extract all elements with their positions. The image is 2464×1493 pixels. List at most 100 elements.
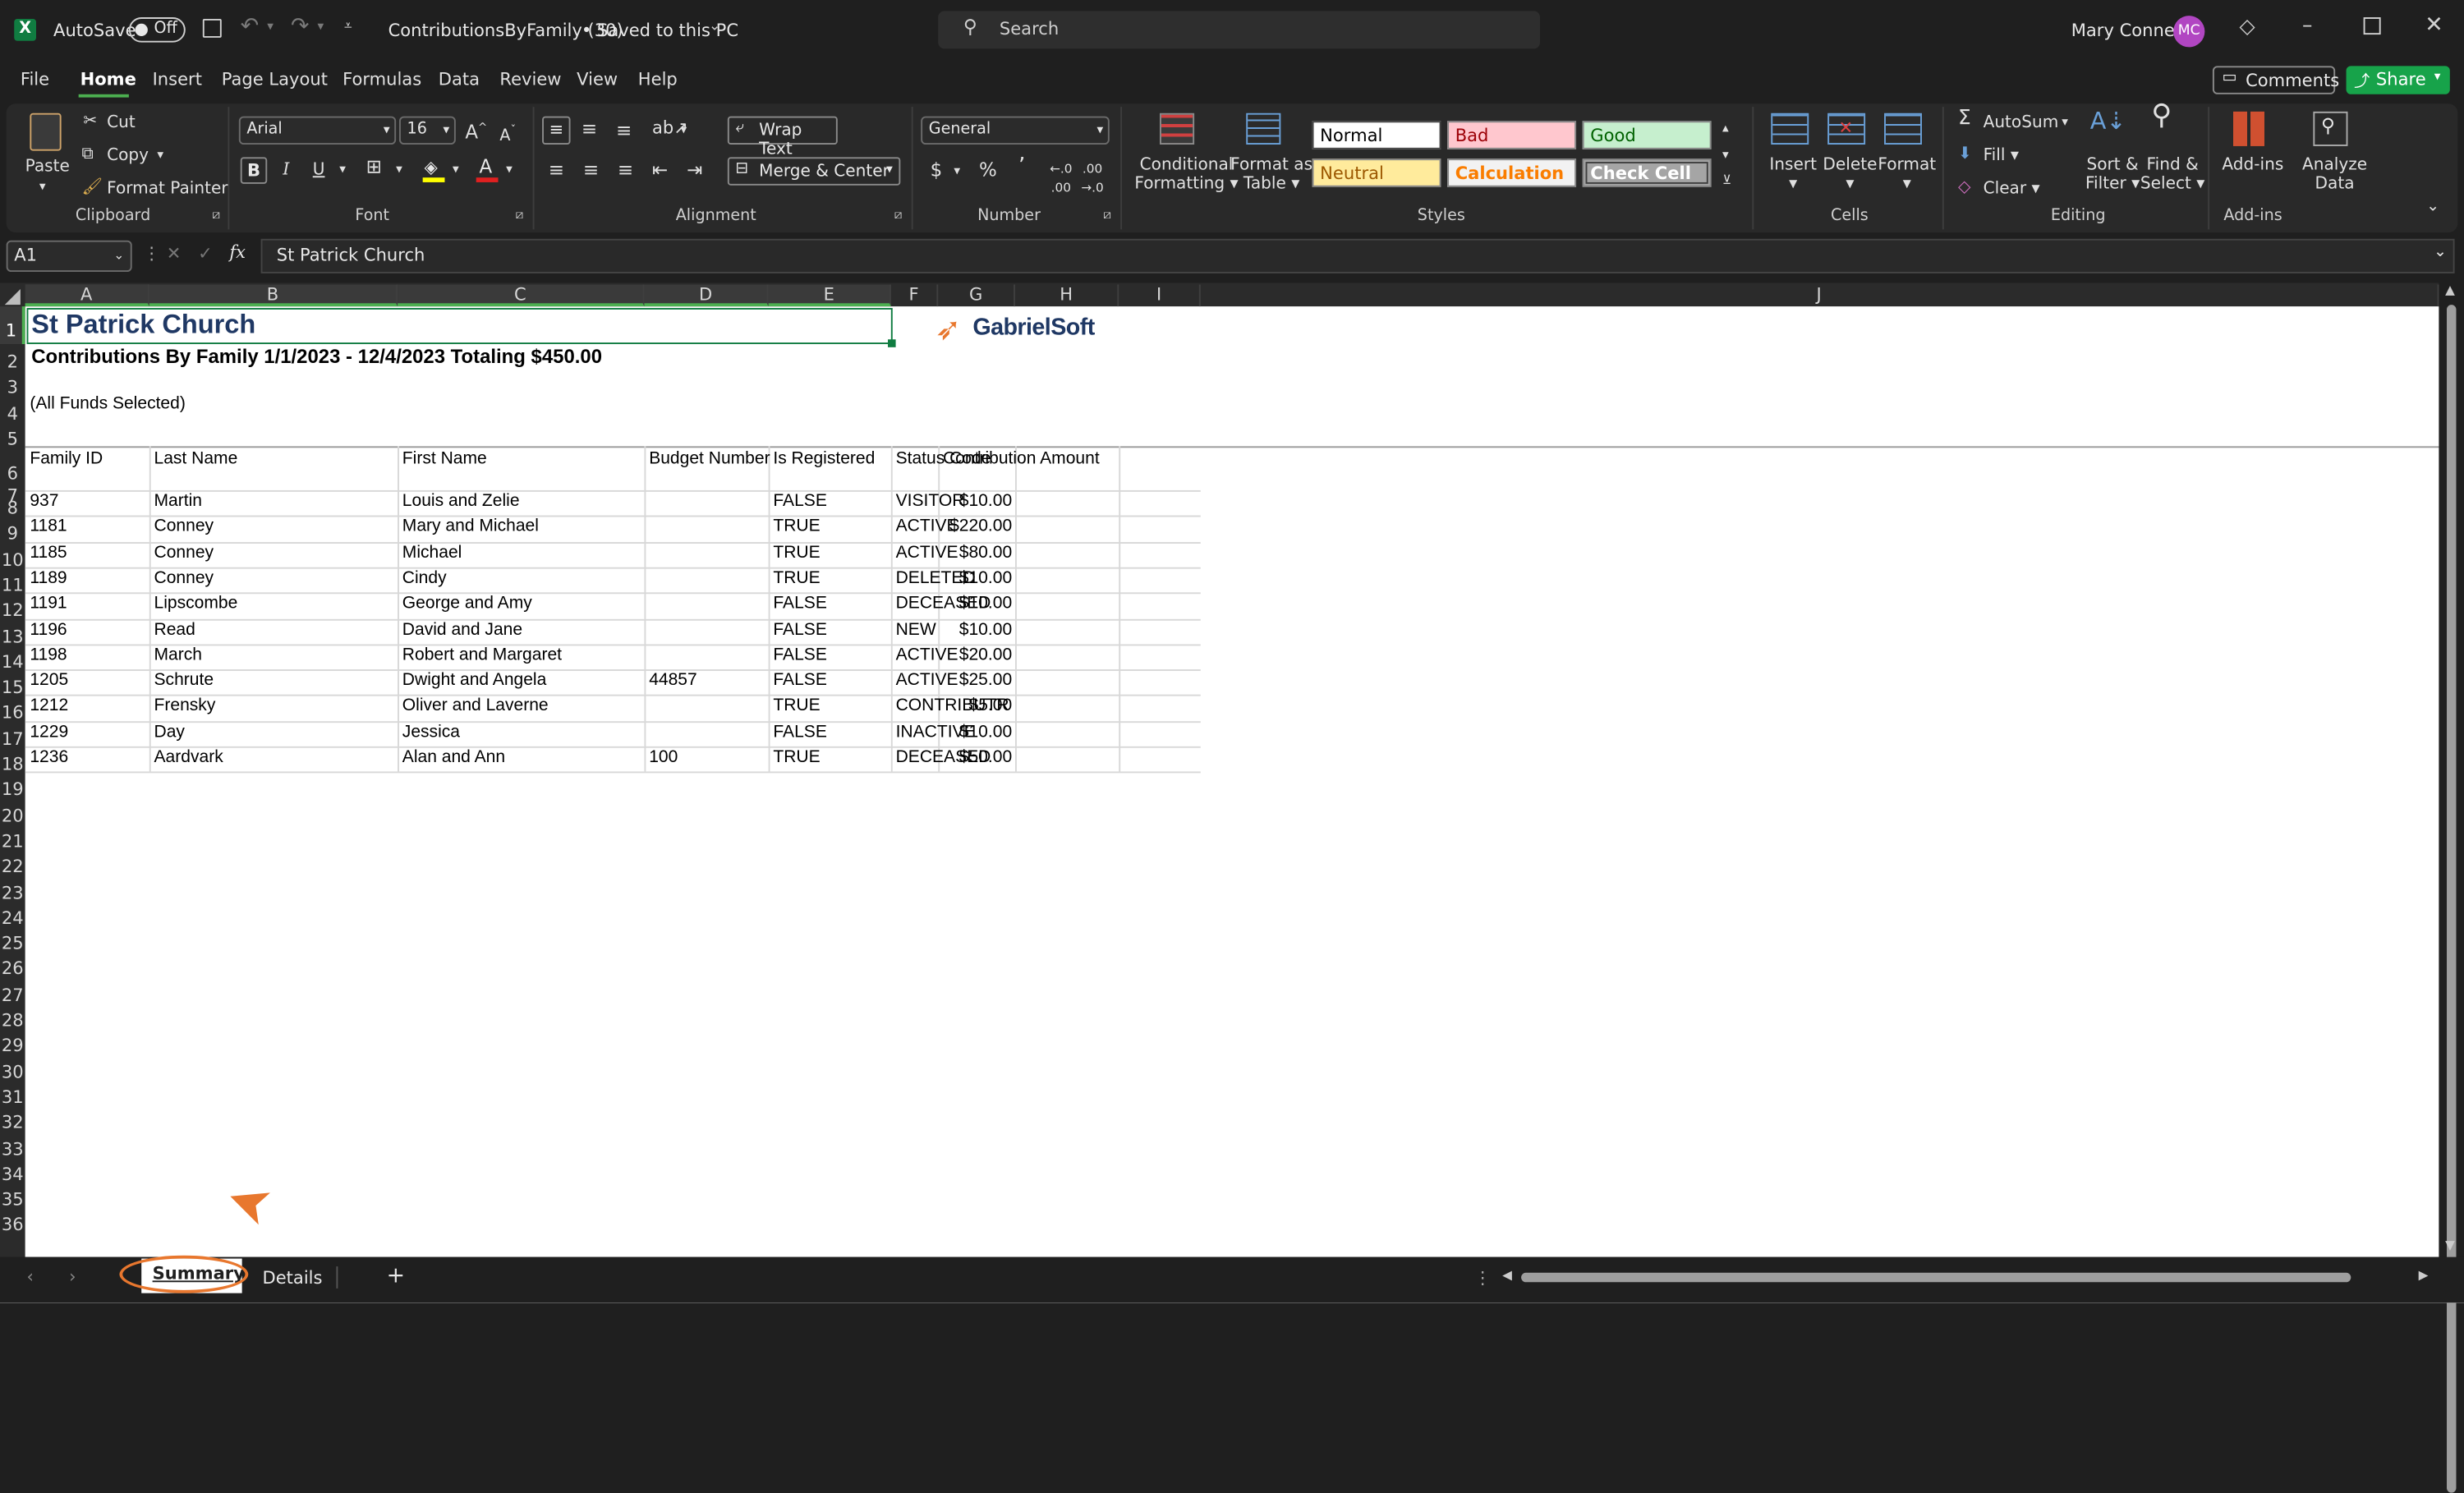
tab-file[interactable]: File	[21, 69, 49, 90]
table-cell[interactable]: FALSE	[770, 492, 827, 511]
row-header-19[interactable]: 19	[0, 772, 25, 801]
font-launcher-icon[interactable]: ⧄	[516, 208, 524, 223]
merge-center-button[interactable]: ⊟ Merge & Center ▾	[727, 157, 901, 186]
row-header-33[interactable]: 33	[0, 1131, 25, 1159]
table-cell[interactable]: 1229	[27, 723, 68, 742]
table-cell[interactable]: Aardvark	[151, 748, 223, 767]
share-button[interactable]: ⤴ Share ▾	[2346, 66, 2450, 94]
table-header-cell[interactable]: Budget Number	[646, 449, 770, 468]
tab-view[interactable]: View	[577, 69, 618, 90]
tab-page-layout[interactable]: Page Layout	[222, 69, 328, 90]
format-painter-button[interactable]: Format Painter	[107, 179, 228, 198]
table-cell[interactable]: $25.00	[940, 671, 1015, 690]
close-icon[interactable]: ✕	[2425, 12, 2443, 38]
comma-button[interactable]: ’	[1018, 155, 1026, 177]
format-cells-button[interactable]: Format ▾	[1878, 155, 1936, 193]
table-header-cell[interactable]: First Name	[399, 449, 487, 468]
table-cell[interactable]: $220.00	[940, 517, 1015, 536]
table-header-cell[interactable]: Is Registered	[770, 449, 875, 468]
row-header-18[interactable]: 18	[0, 746, 25, 774]
style-bad[interactable]: Bad	[1447, 121, 1577, 149]
table-cell[interactable]: $10.00	[940, 568, 1015, 587]
find-select-icon[interactable]: ⚲	[2151, 101, 2172, 129]
row-header-34[interactable]: 34	[0, 1156, 25, 1184]
confirm-entry-icon[interactable]: ✓	[198, 244, 213, 264]
row-header-9[interactable]: 9	[0, 516, 25, 544]
delete-cells-button[interactable]: Delete ▾	[1823, 155, 1877, 193]
format-as-table-icon[interactable]	[1246, 113, 1281, 145]
table-cell[interactable]: TRUE	[770, 568, 820, 587]
prev-sheet-icon[interactable]: ‹	[27, 1266, 34, 1287]
name-box[interactable]: A1 ⌄	[6, 240, 132, 273]
expand-formula-icon[interactable]: ⌄	[2434, 244, 2447, 261]
align-top-button[interactable]: ≡	[542, 116, 571, 145]
style-calculation[interactable]: Calculation	[1447, 158, 1577, 187]
align-center-icon[interactable]: ≡	[583, 160, 599, 179]
redo-dropdown-icon[interactable]: ▾	[317, 19, 324, 33]
autosum-icon[interactable]: Σ	[1958, 108, 1971, 129]
row-header-22[interactable]: 22	[0, 849, 25, 877]
table-cell[interactable]: Read	[151, 620, 195, 639]
tab-home[interactable]: Home	[80, 69, 136, 90]
formula-input[interactable]: St Patrick Church ⌄	[260, 238, 2455, 273]
row-header-14[interactable]: 14	[0, 644, 25, 673]
table-cell[interactable]: $50.00	[940, 748, 1015, 767]
decrease-font-icon[interactable]: Aˇ	[499, 121, 516, 146]
table-cell[interactable]: 1236	[27, 748, 68, 767]
clear-icon[interactable]: ◇	[1958, 177, 1970, 196]
bold-button[interactable]: B	[240, 157, 268, 184]
row-header-30[interactable]: 30	[0, 1054, 25, 1082]
row-header-11[interactable]: 11	[0, 567, 25, 595]
addins-icon[interactable]	[2232, 111, 2265, 146]
style-normal[interactable]: Normal	[1312, 121, 1441, 149]
table-cell[interactable]: 44857	[646, 671, 697, 690]
table-cell[interactable]: FALSE	[770, 595, 827, 613]
table-cell[interactable]: TRUE	[770, 517, 820, 536]
font-color-dropdown-icon[interactable]: ▾	[506, 160, 513, 179]
table-cell[interactable]: Oliver and Laverne	[399, 696, 549, 715]
table-cell[interactable]: FALSE	[770, 723, 827, 742]
add-sheet-button[interactable]: +	[387, 1263, 405, 1289]
row-header-10[interactable]: 10	[0, 541, 25, 570]
align-bottom-icon[interactable]: ≡	[616, 121, 632, 140]
column-header-j[interactable]: J	[1201, 284, 2439, 307]
row-header-13[interactable]: 13	[0, 618, 25, 646]
table-cell[interactable]: 1196	[27, 620, 67, 639]
table-cell[interactable]: Louis and Zelie	[399, 492, 520, 511]
autosum-button[interactable]: AutoSum	[1984, 113, 2059, 132]
tab-help[interactable]: Help	[638, 69, 678, 90]
tab-details[interactable]: Details	[263, 1268, 323, 1289]
analyze-data-button[interactable]: Analyze Data	[2302, 155, 2367, 193]
table-cell[interactable]: 1198	[27, 645, 67, 664]
alignment-launcher-icon[interactable]: ⧄	[894, 208, 903, 223]
table-cell[interactable]: Day	[151, 723, 185, 742]
paste-dropdown-icon[interactable]: ▾	[39, 177, 46, 196]
table-cell[interactable]: NEW	[893, 620, 936, 639]
decrease-decimal-icon[interactable]: .00 →.0	[1081, 160, 1103, 198]
table-cell[interactable]: FALSE	[770, 671, 827, 690]
analyze-data-icon[interactable]: ⚲	[2313, 111, 2348, 146]
copy-dropdown-icon[interactable]: ▾	[157, 146, 163, 165]
row-header-28[interactable]: 28	[0, 1003, 25, 1031]
table-cell[interactable]: Frensky	[151, 696, 216, 715]
column-header-i[interactable]: I	[1119, 284, 1201, 307]
table-cell[interactable]: TRUE	[770, 696, 820, 715]
select-all-icon[interactable]	[4, 289, 21, 305]
style-check-cell[interactable]: Check Cell	[1582, 158, 1712, 187]
restore-icon[interactable]	[2363, 17, 2381, 35]
cut-button[interactable]: Cut	[107, 113, 136, 132]
font-size-dropdown[interactable]: 16 ▾	[398, 116, 456, 145]
row-header-26[interactable]: 26	[0, 951, 25, 980]
row-header-8[interactable]: 8	[0, 490, 25, 519]
row-header-25[interactable]: 25	[0, 926, 25, 954]
collapse-ribbon-icon[interactable]: ⌄	[2426, 198, 2439, 217]
row-header-20[interactable]: 20	[0, 797, 25, 826]
tab-review[interactable]: Review	[499, 69, 561, 90]
italic-button[interactable]: I	[283, 160, 289, 179]
row-header-16[interactable]: 16	[0, 695, 25, 724]
row-header-36[interactable]: 36	[0, 1207, 25, 1236]
find-select-button[interactable]: Find & Select ▾	[2140, 155, 2204, 193]
row-header-29[interactable]: 29	[0, 1028, 25, 1056]
scroll-up-icon[interactable]: ▲	[2445, 283, 2455, 296]
fill-handle[interactable]	[888, 339, 896, 347]
